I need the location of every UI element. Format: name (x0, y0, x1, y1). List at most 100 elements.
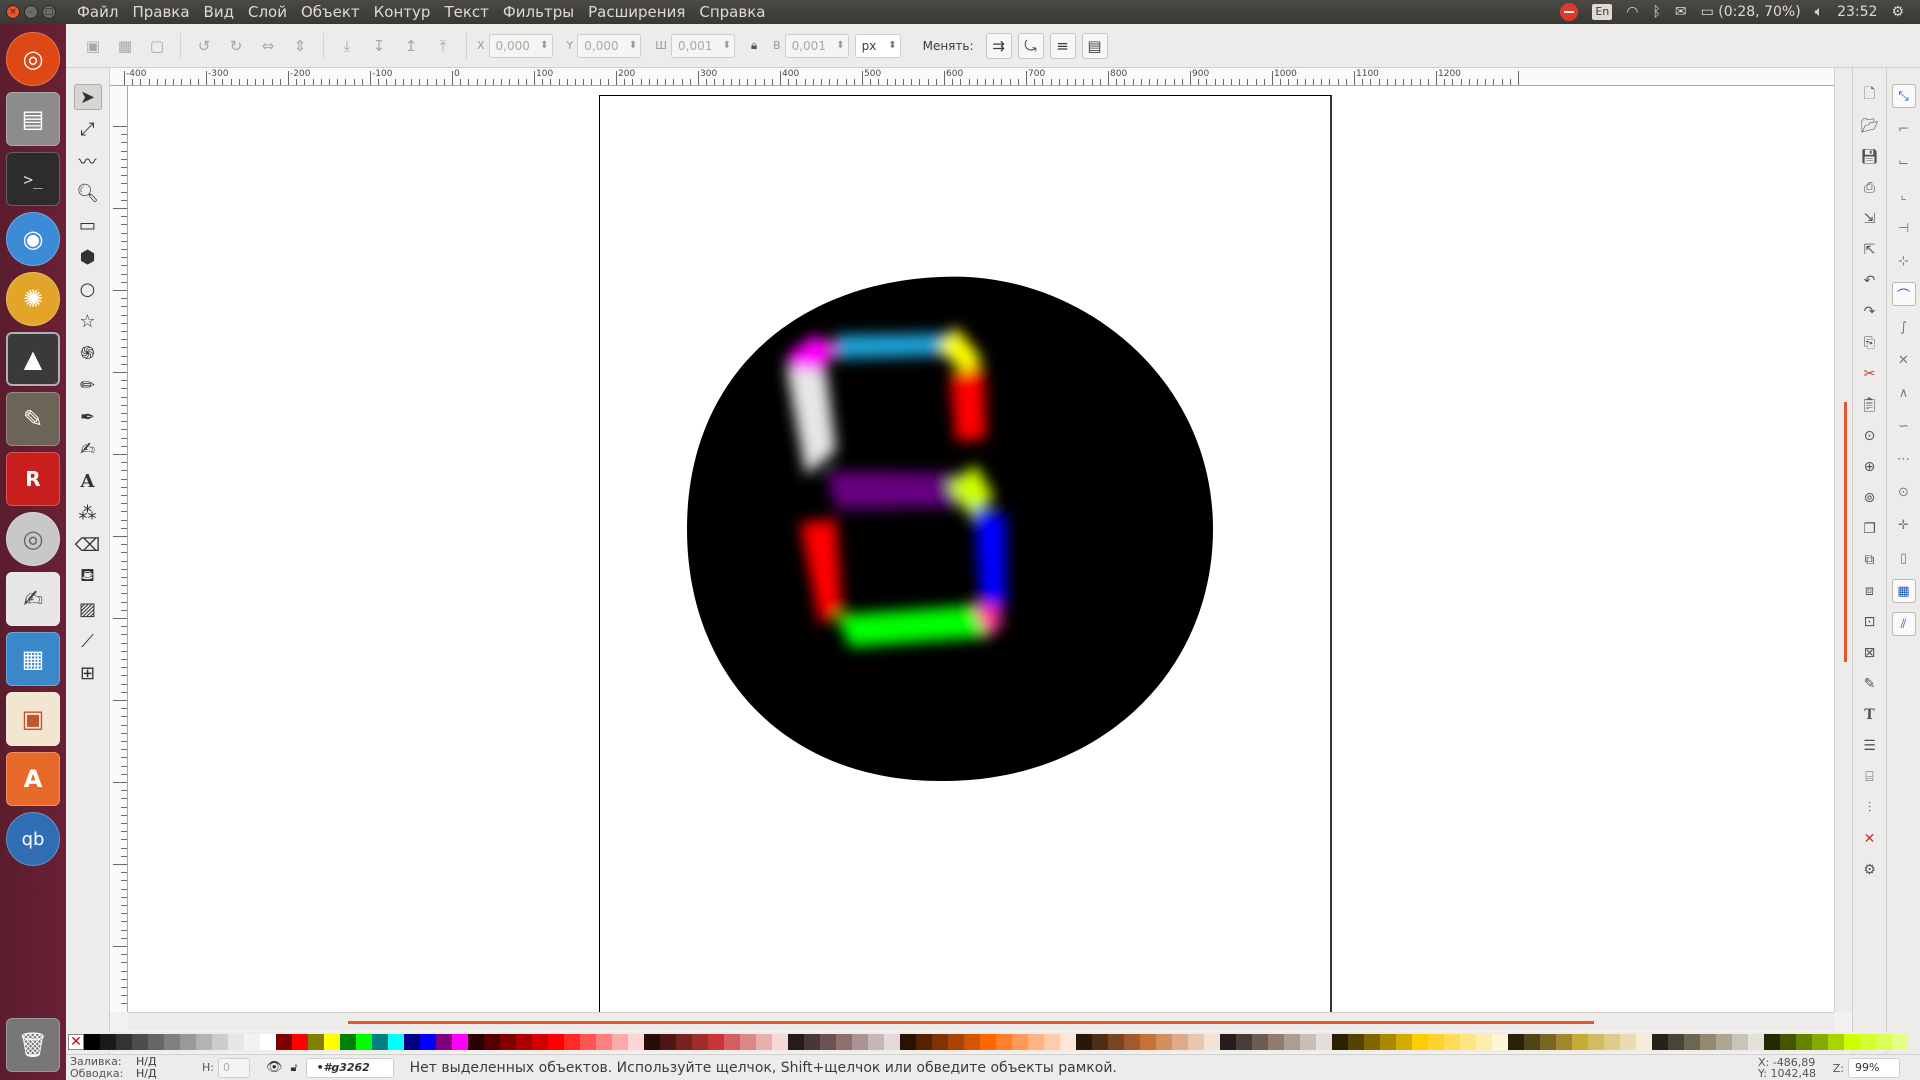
color-swatch[interactable] (868, 1034, 884, 1050)
color-swatch[interactable] (1428, 1034, 1444, 1050)
color-swatch[interactable] (1732, 1034, 1748, 1050)
flip-horizontal-icon[interactable]: ⇔ (255, 33, 281, 59)
color-swatch[interactable] (548, 1034, 564, 1050)
color-swatch[interactable] (1684, 1034, 1700, 1050)
seven-segment-artwork[interactable] (686, 275, 1214, 783)
color-swatch[interactable] (1796, 1034, 1812, 1050)
calligraphy-tool-icon[interactable]: ✍ (74, 436, 102, 462)
rhythmbox-icon[interactable]: R (6, 452, 60, 506)
color-swatch[interactable] (1668, 1034, 1684, 1050)
spray-tool-icon[interactable]: ⁂ (74, 500, 102, 526)
color-swatch[interactable] (1236, 1034, 1252, 1050)
group-icon[interactable]: ⊡ (1859, 611, 1881, 633)
layer-visibility-icon[interactable]: 👁︎ (266, 1060, 283, 1075)
color-swatch[interactable] (660, 1034, 676, 1050)
zoom-drawing-icon[interactable]: ⊕ (1859, 456, 1881, 478)
color-swatch[interactable] (948, 1034, 964, 1050)
layer-lock-icon[interactable]: 🔓︎ (291, 1061, 298, 1075)
no-paint-swatch[interactable]: ✕ (68, 1034, 84, 1050)
connector-tool-icon[interactable]: ⊞ (74, 660, 102, 686)
color-swatch[interactable] (1332, 1034, 1348, 1050)
snap-rotation-center-icon[interactable]: ✛ (1892, 513, 1916, 537)
color-swatch[interactable] (100, 1034, 116, 1050)
gradient-tool-icon[interactable]: ▨ (74, 596, 102, 622)
rotate-cw-icon[interactable]: ↻ (223, 33, 249, 59)
color-swatch[interactable] (1476, 1034, 1492, 1050)
color-swatch[interactable] (1156, 1034, 1172, 1050)
vertical-ruler[interactable] (110, 86, 128, 1012)
color-swatch[interactable] (1284, 1034, 1300, 1050)
y-input[interactable]: 0,000 (577, 33, 642, 58)
color-swatch[interactable] (708, 1034, 724, 1050)
color-swatch[interactable] (1892, 1034, 1908, 1050)
layers-icon[interactable]: ☰ (1859, 735, 1881, 757)
snap-smooth-icon[interactable]: ∽ (1892, 414, 1916, 438)
color-swatch[interactable] (1620, 1034, 1636, 1050)
color-swatch[interactable] (1508, 1034, 1524, 1050)
color-swatch[interactable] (452, 1034, 468, 1050)
color-swatch[interactable] (1492, 1034, 1508, 1050)
volume-icon[interactable]: 🔈︎ (1815, 4, 1823, 20)
selector-tool-icon[interactable]: ➤ (73, 84, 102, 110)
text-editor-icon[interactable]: ✍ (6, 572, 60, 626)
color-swatch[interactable] (1012, 1034, 1028, 1050)
raise-to-top-icon[interactable]: ⤒ (430, 33, 456, 59)
rotate-ccw-icon[interactable]: ↺ (191, 33, 217, 59)
color-swatch[interactable] (340, 1034, 356, 1050)
zoom-input[interactable]: 99% (1848, 1058, 1900, 1078)
color-swatch[interactable] (212, 1034, 228, 1050)
eraser-tool-icon[interactable]: ⌫ (74, 532, 102, 558)
export-icon[interactable]: ⇱ (1859, 239, 1881, 261)
color-swatch[interactable] (164, 1034, 180, 1050)
height-input[interactable]: 0,001 (784, 33, 849, 58)
color-swatch[interactable] (500, 1034, 516, 1050)
transform-patterns-icon[interactable]: ▤ (1081, 32, 1108, 59)
color-swatch[interactable] (1108, 1034, 1124, 1050)
color-swatch[interactable] (1364, 1034, 1380, 1050)
color-swatch[interactable] (1348, 1034, 1364, 1050)
color-swatch[interactable] (1028, 1034, 1044, 1050)
drawing-canvas[interactable] (128, 86, 1834, 1012)
color-swatch[interactable] (1188, 1034, 1204, 1050)
color-swatch[interactable] (1764, 1034, 1780, 1050)
color-swatch[interactable] (756, 1034, 772, 1050)
save-document-icon[interactable]: 💾︎ (1859, 146, 1881, 168)
paint-bucket-tool-icon[interactable]: ⛾ (74, 564, 102, 590)
snap-nodes-icon[interactable]: ⌒ (1891, 282, 1916, 306)
fill-stroke-icon[interactable]: ✎ (1859, 673, 1881, 695)
color-swatch[interactable] (788, 1034, 804, 1050)
color-swatch[interactable] (420, 1034, 436, 1050)
spiral-tool-icon[interactable]: ֍ (74, 340, 102, 366)
menu-item[interactable]: Файл (70, 0, 125, 24)
copy-icon[interactable]: ⎘ (1859, 332, 1881, 354)
scale-corners-icon[interactable]: ⤿ (1017, 32, 1044, 59)
bluetooth-icon[interactable]: ᛒ (1652, 4, 1660, 20)
color-swatch[interactable] (1780, 1034, 1796, 1050)
menu-item[interactable]: Справка (692, 0, 772, 24)
impress-icon[interactable]: ▣ (6, 692, 60, 746)
color-swatch[interactable] (916, 1034, 932, 1050)
xml-editor-icon[interactable]: ⌸ (1859, 766, 1881, 788)
menu-item[interactable]: Контур (367, 0, 438, 24)
deselect-icon[interactable]: ▢ (144, 33, 170, 59)
color-swatch[interactable] (1396, 1034, 1412, 1050)
snap-intersections-icon[interactable]: ✕ (1892, 348, 1916, 372)
snap-midpoints-icon[interactable]: ⋯ (1892, 447, 1916, 471)
battery-indicator[interactable]: ▭ (0:28, 70%) (1701, 4, 1801, 20)
color-swatch[interactable] (596, 1034, 612, 1050)
color-swatch[interactable] (1604, 1034, 1620, 1050)
zoom-page-icon[interactable]: ⊚ (1859, 487, 1881, 509)
color-swatch[interactable] (820, 1034, 836, 1050)
color-swatch[interactable] (1876, 1034, 1892, 1050)
text-tool-icon[interactable]: A (74, 468, 102, 494)
color-swatch[interactable] (1220, 1034, 1236, 1050)
x-input[interactable]: 0,000 (488, 33, 553, 58)
color-swatch[interactable] (692, 1034, 708, 1050)
snap-grid-icon[interactable]: ▦ (1891, 579, 1916, 603)
color-swatch[interactable] (1828, 1034, 1844, 1050)
snap-paths-icon[interactable]: ∫ (1892, 315, 1916, 339)
snap-cusp-icon[interactable]: ∧ (1892, 381, 1916, 405)
color-swatch[interactable] (1252, 1034, 1268, 1050)
star-tool-icon[interactable]: ☆ (74, 308, 102, 334)
lower-icon[interactable]: ↧ (366, 33, 392, 59)
